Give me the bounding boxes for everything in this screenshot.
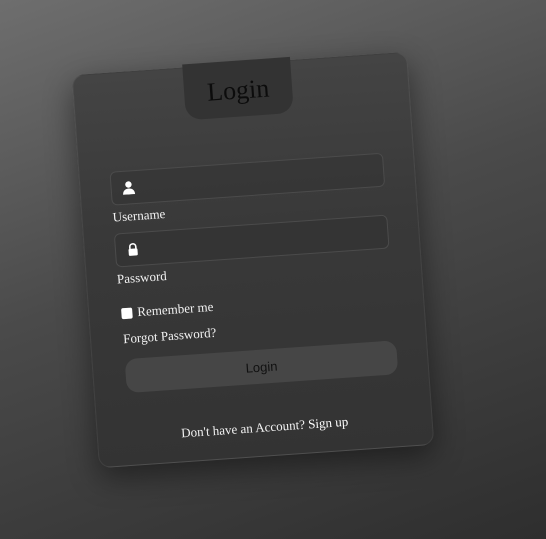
signup-row: Don't have an Account? Sign up [98,408,432,447]
remember-me[interactable]: Remember me [121,299,214,321]
login-card: Login Username Password Remember me Forg… [71,51,435,469]
signup-prompt: Don't have an Account? [180,416,306,441]
signup-link[interactable]: Sign up [308,414,349,432]
forgot-password-link[interactable]: Forgot Password? [123,325,217,347]
page-title: Login [206,73,271,107]
lock-icon [125,242,140,257]
password-input[interactable] [138,214,389,266]
login-button[interactable]: Login [124,340,399,394]
username-field[interactable] [109,152,386,206]
username-input[interactable] [134,152,385,204]
username-label: Username [112,206,166,225]
remember-checkbox[interactable] [121,307,133,319]
remember-label: Remember me [136,298,214,320]
user-icon [121,180,136,195]
title-tab: Login [182,56,294,121]
password-label: Password [116,268,168,287]
